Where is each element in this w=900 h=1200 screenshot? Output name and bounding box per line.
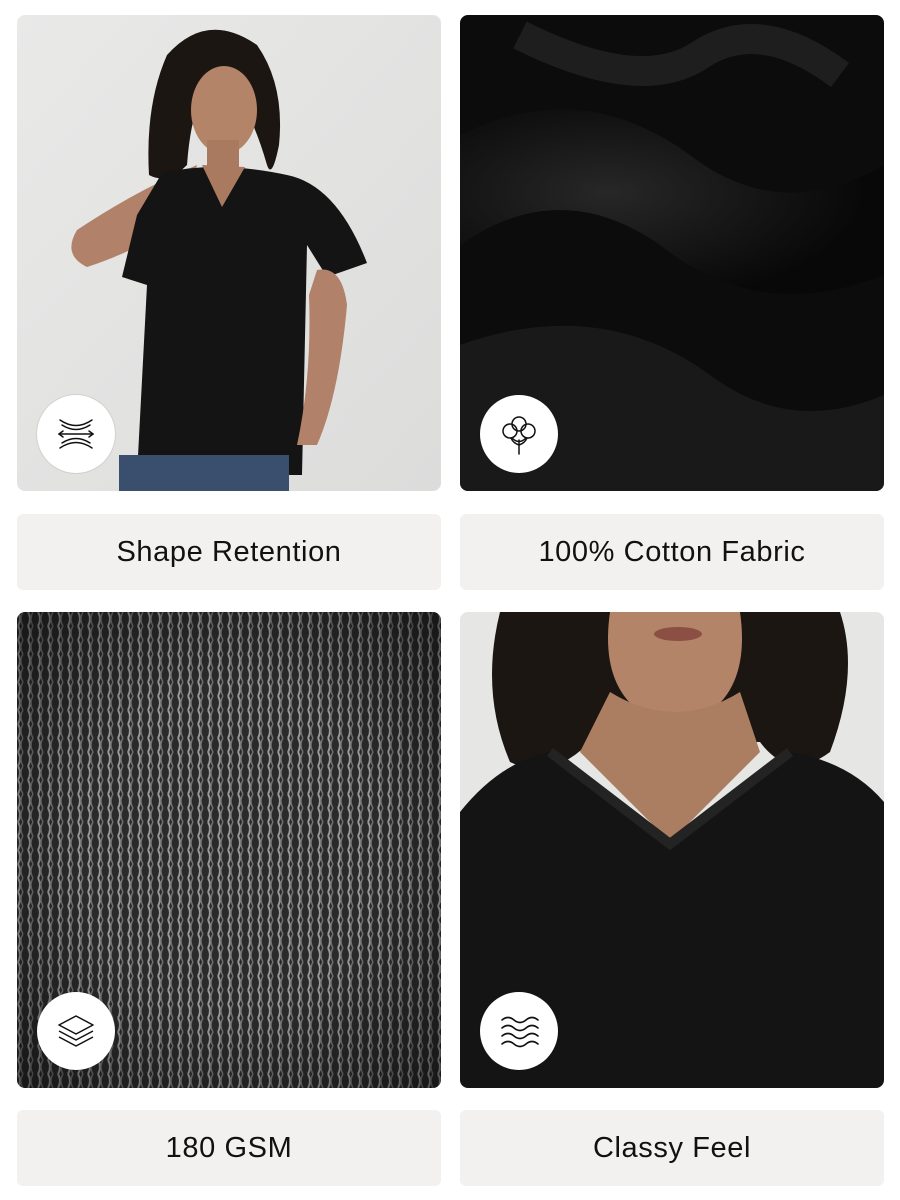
feature-tile-shape-retention [17,15,441,491]
layers-badge [37,992,115,1070]
cotton-badge [480,395,558,473]
feature-label-classy-feel: Classy Feel [460,1110,884,1186]
feature-label-gsm: 180 GSM [17,1110,441,1186]
feature-tile-cotton-fabric [460,15,884,491]
waves-icon [501,1016,539,1048]
stretch-icon [57,419,95,449]
feature-tile-gsm [17,612,441,1088]
feature-label-shape-retention: Shape Retention [17,514,441,590]
layers-icon [58,1015,94,1047]
feature-label-cotton-fabric: 100% Cotton Fabric [460,514,884,590]
cotton-flower-icon [502,416,536,455]
waves-badge [480,992,558,1070]
feature-tile-classy-feel [460,612,884,1088]
stretch-badge [37,395,115,473]
